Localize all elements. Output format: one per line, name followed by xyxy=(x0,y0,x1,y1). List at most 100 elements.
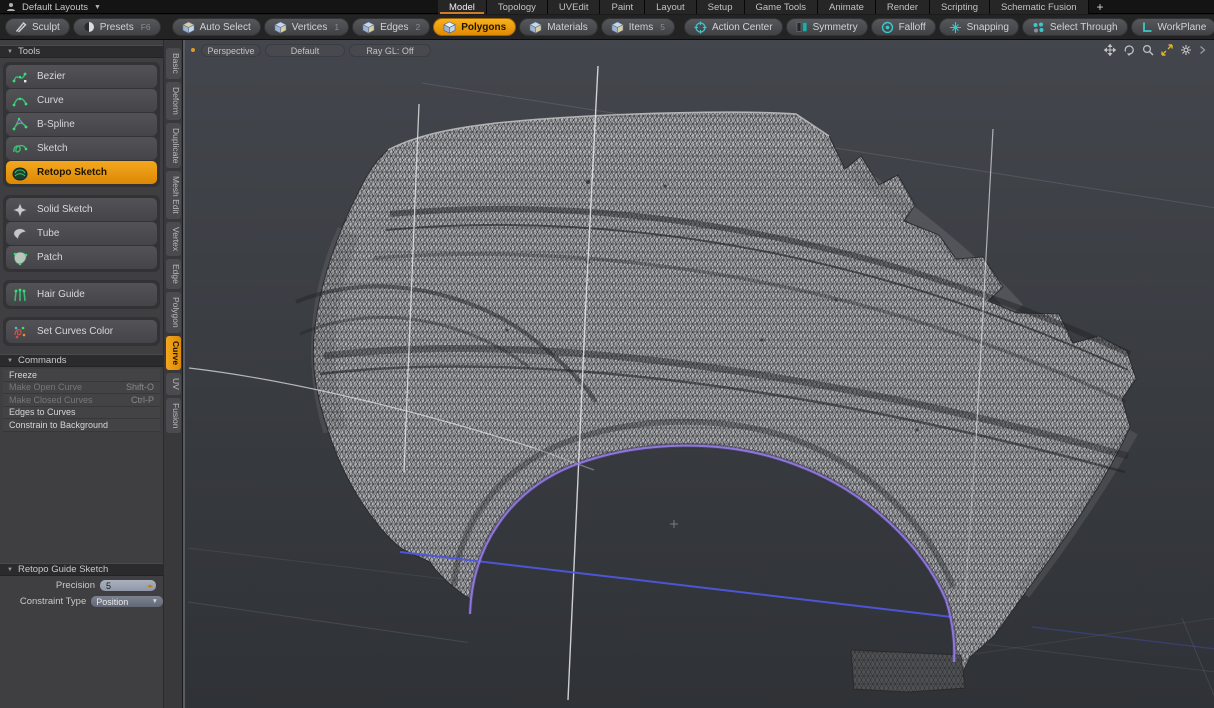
tool-solid-sketch[interactable]: Solid Sketch xyxy=(6,198,157,221)
hair-guide-icon xyxy=(11,286,29,304)
chevron-right-icon[interactable] xyxy=(1199,45,1206,55)
layout-switcher[interactable]: Default Layouts ▼ xyxy=(6,0,101,14)
tool-b-spline[interactable]: B-Spline xyxy=(6,113,157,136)
retopo-guide-sketch-header[interactable]: ▼ Retopo Guide Sketch xyxy=(0,563,163,576)
sphere-icon xyxy=(83,21,95,33)
pan-icon[interactable] xyxy=(1104,44,1116,56)
tool-tube[interactable]: Tube xyxy=(6,222,157,245)
select-through-icon xyxy=(1032,21,1045,34)
falloff-button[interactable]: Falloff xyxy=(871,18,936,36)
raygl-toggle-button[interactable]: Ray GL: Off xyxy=(349,44,431,57)
vtab-basic[interactable]: Basic xyxy=(166,48,181,79)
vtab-polygon[interactable]: Polygon xyxy=(166,292,181,333)
stepper-arrows-icon[interactable]: ◂▸ xyxy=(147,582,152,590)
vtab-vertex[interactable]: Vertex xyxy=(166,222,181,256)
precision-input[interactable]: 5 ◂▸ xyxy=(100,580,156,591)
workplane-icon xyxy=(1141,21,1153,33)
tool-category-strip: Basic Deform Duplicate Mesh Edit Vertex … xyxy=(163,40,182,708)
select-through-button[interactable]: Select Through xyxy=(1022,18,1128,36)
viewport-3d[interactable]: Perspective Default Ray GL: Off xyxy=(183,40,1214,708)
precision-row: Precision 5 ◂▸ xyxy=(0,579,163,592)
constraint-type-dropdown[interactable]: Position ▼ xyxy=(91,596,163,607)
chevron-down-icon: ▼ xyxy=(152,598,158,605)
polygons-mode-button[interactable]: Polygons xyxy=(433,18,516,36)
cube-icon xyxy=(182,21,195,34)
main-tab-bar: Model Topology UVEdit Paint Layout Setup… xyxy=(438,0,1112,14)
action-center-button[interactable]: Action Center xyxy=(684,18,783,36)
b-spline-icon xyxy=(11,116,29,134)
tab-scripting[interactable]: Scripting xyxy=(930,0,990,14)
command-make-open-curve[interactable]: Make Open CurveShift-O xyxy=(3,382,160,395)
bezier-icon xyxy=(11,68,29,86)
rocker-mesh-strip xyxy=(851,650,965,692)
tool-properties-panel: ▼ Retopo Guide Sketch Precision 5 ◂▸ Con… xyxy=(0,563,163,608)
command-constrain-to-background[interactable]: Constrain to Background xyxy=(3,419,160,432)
menu-bar: Default Layouts ▼ Model Topology UVEdit … xyxy=(0,0,1214,14)
tab-render[interactable]: Render xyxy=(876,0,930,14)
command-freeze[interactable]: Freeze xyxy=(3,369,160,382)
view-type-button[interactable]: Perspective xyxy=(201,44,261,57)
vtab-duplicate[interactable]: Duplicate xyxy=(166,123,181,168)
orbit-icon[interactable] xyxy=(1123,44,1135,56)
tab-schematic-fusion[interactable]: Schematic Fusion xyxy=(990,0,1089,14)
tool-bezier[interactable]: Bezier xyxy=(6,65,157,88)
viewport-state-dot xyxy=(191,48,195,52)
sketch-icon xyxy=(11,140,29,158)
cube-icon xyxy=(443,21,456,34)
edges-mode-button[interactable]: Edges2 xyxy=(352,18,430,36)
vtab-fusion[interactable]: Fusion xyxy=(166,398,181,434)
action-center-icon xyxy=(694,21,707,34)
commands-panel-header[interactable]: ▼ Commands xyxy=(0,354,163,367)
tab-model[interactable]: Model xyxy=(438,0,487,14)
constraint-type-row: Constraint Type Position ▼ xyxy=(0,595,163,608)
tab-setup[interactable]: Setup xyxy=(697,0,745,14)
tool-curve[interactable]: Curve xyxy=(6,89,157,112)
command-edges-to-curves[interactable]: Edges to Curves xyxy=(3,407,160,420)
snapping-button[interactable]: Snapping xyxy=(939,18,1019,36)
presets-button[interactable]: PresetsF6 xyxy=(73,18,161,36)
tab-paint[interactable]: Paint xyxy=(600,0,645,14)
falloff-icon xyxy=(881,21,894,34)
vtab-mesh-edit[interactable]: Mesh Edit xyxy=(166,171,181,219)
snapping-icon xyxy=(949,21,962,34)
tab-topology[interactable]: Topology xyxy=(487,0,548,14)
add-tab-button[interactable]: + xyxy=(1089,0,1112,14)
tube-icon xyxy=(11,225,29,243)
color-tools-group: Set Curves Color xyxy=(3,317,160,346)
tool-set-curves-color[interactable]: Set Curves Color xyxy=(6,320,157,343)
pen-icon xyxy=(15,21,27,33)
layout-switcher-label: Default Layouts xyxy=(22,2,88,13)
vtab-edge[interactable]: Edge xyxy=(166,259,181,289)
vtab-curve[interactable]: Curve xyxy=(166,336,181,370)
shading-style-button[interactable]: Default xyxy=(265,44,345,57)
cube-icon xyxy=(274,21,287,34)
vtab-deform[interactable]: Deform xyxy=(166,82,181,120)
vtab-uv[interactable]: UV xyxy=(166,373,181,395)
tool-sketch[interactable]: Sketch xyxy=(6,137,157,160)
zoom-icon[interactable] xyxy=(1142,44,1154,56)
gear-icon[interactable] xyxy=(1180,44,1192,56)
tool-retopo-sketch[interactable]: Retopo Sketch xyxy=(6,161,157,184)
command-make-closed-curves[interactable]: Make Closed CurvesCtrl-P xyxy=(3,394,160,407)
sketch-tools-group: Solid Sketch Tube Patch xyxy=(3,195,160,272)
symmetry-button[interactable]: Symmetry xyxy=(786,18,868,36)
commands-list: Freeze Make Open CurveShift-O Make Close… xyxy=(3,369,160,432)
auto-select-button[interactable]: Auto Select xyxy=(172,18,261,36)
tool-patch[interactable]: Patch xyxy=(6,246,157,269)
sculpt-button[interactable]: Sculpt xyxy=(5,18,70,36)
tab-game-tools[interactable]: Game Tools xyxy=(745,0,819,14)
materials-mode-button[interactable]: Materials xyxy=(519,18,598,36)
items-mode-button[interactable]: Items5 xyxy=(601,18,675,36)
tool-bar: Sculpt PresetsF6 Auto Select Vertices1 E… xyxy=(0,15,1214,40)
tool-hair-guide[interactable]: Hair Guide xyxy=(6,283,157,306)
tab-animate[interactable]: Animate xyxy=(818,0,876,14)
tab-uvedit[interactable]: UVEdit xyxy=(548,0,601,14)
curve-icon xyxy=(11,92,29,110)
vertices-mode-button[interactable]: Vertices1 xyxy=(264,18,349,36)
maximize-icon[interactable] xyxy=(1161,44,1173,56)
workplane-button[interactable]: WorkPlane xyxy=(1131,18,1214,36)
tab-layout[interactable]: Layout xyxy=(645,0,697,14)
solid-sketch-icon xyxy=(11,201,29,219)
tools-panel-header[interactable]: ▼ Tools xyxy=(0,45,163,58)
collapse-triangle-icon: ▼ xyxy=(7,358,13,364)
